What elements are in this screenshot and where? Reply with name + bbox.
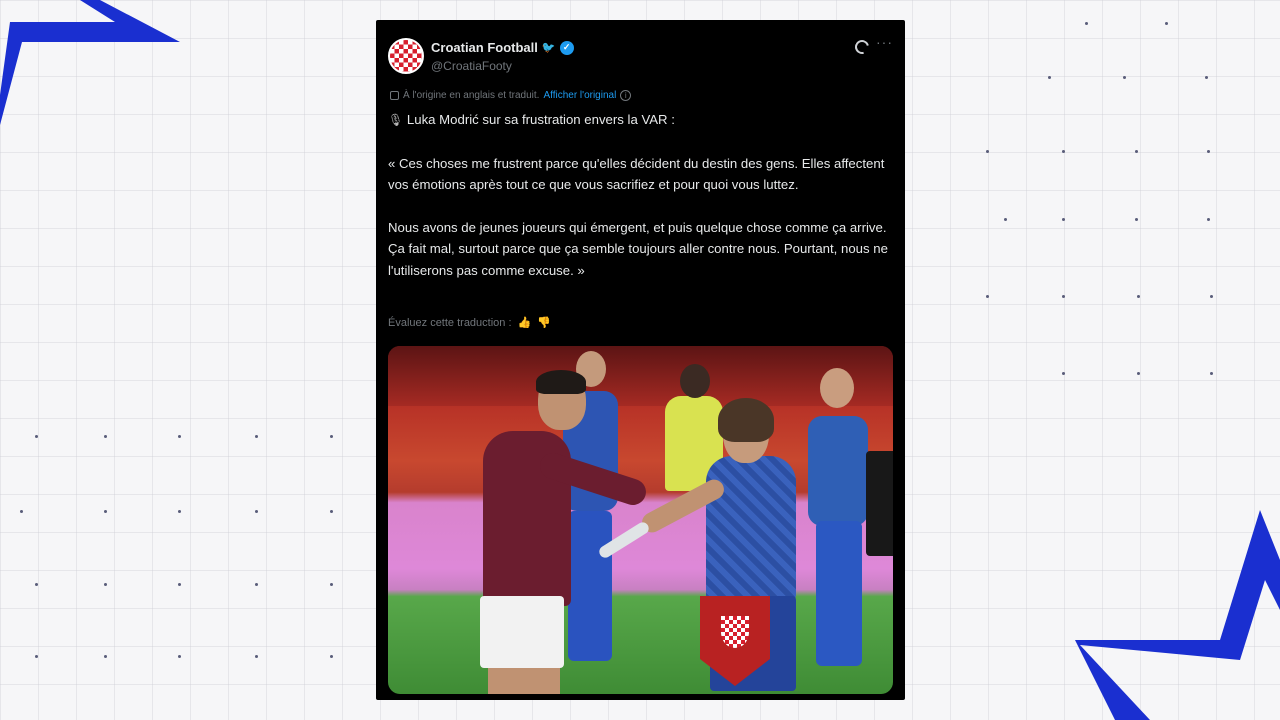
rate-translation-row: Évaluez cette traduction : 👍 👎	[388, 316, 551, 330]
rate-translation-label: Évaluez cette traduction :	[388, 316, 512, 329]
staff-head-right	[820, 368, 854, 408]
show-original-link[interactable]: Afficher l'original	[543, 90, 616, 101]
tweet-headline: 🎙 Luka Modrić sur sa frustration envers …	[388, 109, 893, 132]
player-blue-hair	[718, 398, 774, 442]
top-left-arrow-decoration	[0, 0, 180, 125]
translation-note: À l'origine en anglais et traduit.	[403, 90, 540, 101]
twitter-bird-icon: 🐦	[541, 42, 556, 54]
translate-icon	[390, 91, 399, 100]
crowd-area	[388, 346, 893, 406]
verified-badge-icon: ✓	[559, 40, 574, 55]
tv-camera	[866, 451, 893, 556]
player-maroon-hair	[536, 370, 586, 394]
account-name-row: Croatian Football 🐦 ✓	[431, 40, 574, 55]
player-maroon-shorts	[480, 596, 564, 668]
info-icon[interactable]: i	[620, 90, 632, 101]
tweet-photo[interactable]	[388, 346, 893, 694]
more-icon[interactable]: ···	[876, 34, 893, 50]
account-name[interactable]: Croatian Football	[431, 40, 538, 55]
croatia-crest-icon	[721, 616, 749, 648]
steward-head	[680, 364, 710, 398]
microphone-icon: 🎙	[388, 113, 404, 127]
player-maroon-legs	[488, 668, 560, 694]
bottom-right-star-decoration	[1075, 510, 1280, 720]
grok-icon[interactable]	[852, 37, 872, 57]
tweet-card: Croatian Football 🐦 ✓ @CroatiaFooty ··· …	[376, 20, 905, 700]
thumbs-up-icon[interactable]: 👍	[518, 316, 532, 329]
thumbs-down-icon[interactable]: 👎	[537, 316, 551, 329]
player-blue-torso	[706, 456, 796, 601]
account-avatar[interactable]	[388, 38, 424, 74]
translation-note-row: À l'origine en anglais et traduit. Affic…	[390, 90, 632, 101]
tweet-paragraph-2: Nous avons de jeunes joueurs qui émergen…	[388, 219, 888, 278]
tweet-paragraph-1: « Ces choses me frustrent parce qu'elles…	[388, 155, 885, 193]
staff-legs-right	[816, 521, 862, 666]
tweet-headline-text: Luka Modrić sur sa frustration envers la…	[406, 112, 675, 127]
staff-legs-left	[568, 511, 612, 661]
tweet-text: 🎙 Luka Modrić sur sa frustration envers …	[388, 109, 893, 302]
staff-figure-right	[808, 416, 868, 526]
account-handle[interactable]: @CroatiaFooty	[431, 59, 512, 73]
